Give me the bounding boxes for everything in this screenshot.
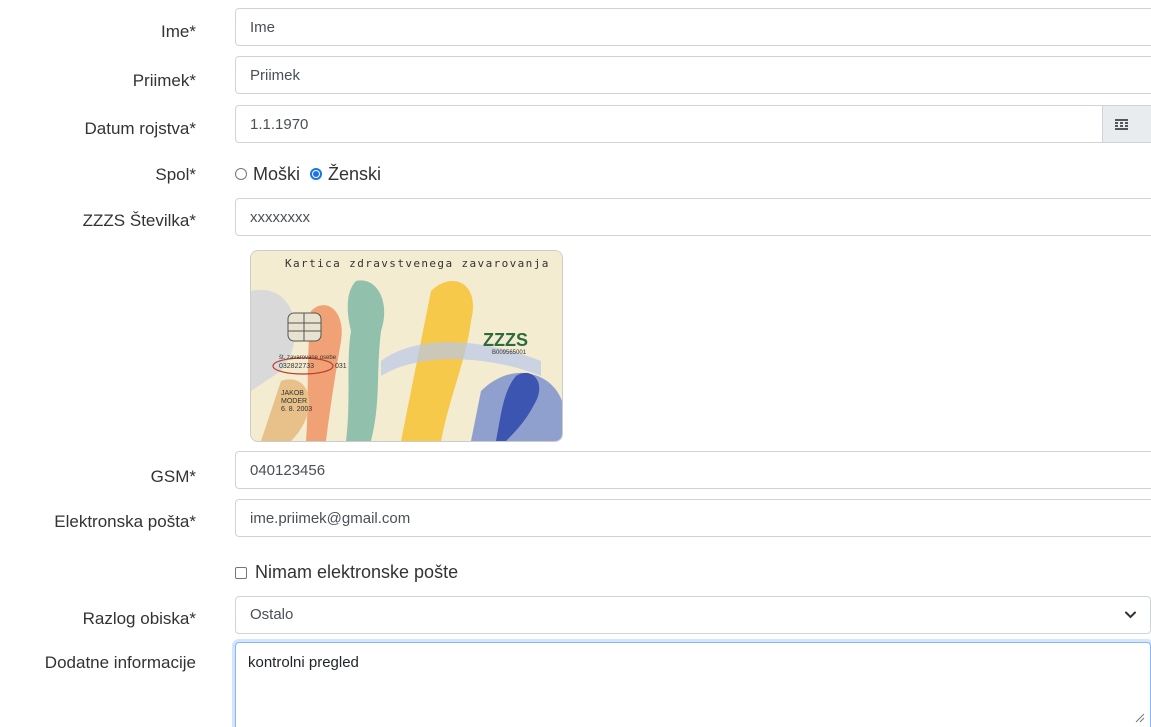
last-name-input[interactable] bbox=[235, 56, 1151, 94]
zzzs-input[interactable] bbox=[235, 198, 1151, 236]
email-input[interactable] bbox=[235, 499, 1151, 537]
no-email-label[interactable]: Nimam elektronske pošte bbox=[255, 562, 458, 583]
birth-date-label: Datum rojstva* bbox=[84, 119, 196, 138]
gender-male-radio[interactable] bbox=[235, 168, 247, 180]
gender-female-radio[interactable] bbox=[310, 168, 323, 180]
patient-form: Ime* Priimek* Datum rojstva* bbox=[0, 0, 1151, 727]
calendar-icon bbox=[1115, 119, 1128, 130]
visit-reason-label: Razlog obiska* bbox=[82, 609, 196, 628]
phone-row: GSM* bbox=[0, 451, 1151, 491]
visit-reason-value: Ostalo bbox=[250, 606, 294, 623]
svg-text:ZZZS: ZZZS bbox=[483, 330, 528, 350]
last-name-row: Priimek* bbox=[0, 56, 1151, 96]
gender-female-label[interactable]: Ženski bbox=[328, 164, 381, 185]
card-title: Kartica zdravstvenega zavarovanja bbox=[285, 257, 550, 270]
chevron-down-icon bbox=[1125, 611, 1136, 619]
card-person-label: št. zavarovane osebe bbox=[279, 355, 337, 361]
additional-info-row: Dodatne informacije kontrolni pregled bbox=[0, 642, 1151, 727]
card-person-number: 032822733 bbox=[279, 363, 315, 370]
resize-handle-icon[interactable] bbox=[1133, 711, 1145, 723]
first-name-input[interactable] bbox=[235, 8, 1151, 46]
calendar-button[interactable] bbox=[1102, 105, 1151, 143]
email-row: Elektronska pošta* bbox=[0, 499, 1151, 539]
insurance-card-image: ZZZS Kartica zdravstvenega zavarovanja B… bbox=[250, 250, 563, 442]
zzzs-row: ZZZS Številka* bbox=[0, 198, 1151, 238]
email-label: Elektronska pošta* bbox=[54, 512, 196, 531]
gender-male-label[interactable]: Moški bbox=[253, 164, 300, 185]
last-name-label: Priimek* bbox=[132, 71, 196, 90]
additional-info-label: Dodatne informacije bbox=[44, 653, 196, 672]
visit-reason-select[interactable]: Ostalo bbox=[235, 596, 1151, 634]
additional-info-textarea[interactable]: kontrolni pregled bbox=[235, 642, 1151, 727]
gender-label: Spol* bbox=[155, 165, 196, 184]
card-holder-first: JAKOB bbox=[281, 390, 304, 397]
phone-label: GSM* bbox=[150, 467, 196, 486]
card-person-suffix: 031 bbox=[335, 363, 347, 370]
card-logo-number: B009565001 bbox=[492, 350, 527, 356]
visit-reason-row: Razlog obiska* Ostalo bbox=[0, 596, 1151, 636]
gender-radio-group: Moški Ženski bbox=[235, 162, 391, 186]
no-email-checkbox[interactable] bbox=[235, 566, 247, 579]
first-name-label: Ime* bbox=[161, 22, 196, 41]
zzzs-label: ZZZS Številka* bbox=[82, 211, 196, 230]
first-name-row: Ime* bbox=[0, 8, 1151, 48]
no-email-row[interactable]: Nimam elektronske pošte bbox=[235, 562, 458, 583]
birth-date-row: Datum rojstva* bbox=[0, 105, 1151, 145]
birth-date-group bbox=[235, 105, 1151, 143]
phone-input[interactable] bbox=[235, 451, 1151, 489]
card-holder-date: 6. 8. 2003 bbox=[281, 406, 313, 413]
birth-date-input[interactable] bbox=[235, 105, 1103, 143]
card-holder-last: MODER bbox=[281, 398, 308, 405]
gender-row: Spol* Moški Ženski bbox=[0, 162, 1151, 188]
